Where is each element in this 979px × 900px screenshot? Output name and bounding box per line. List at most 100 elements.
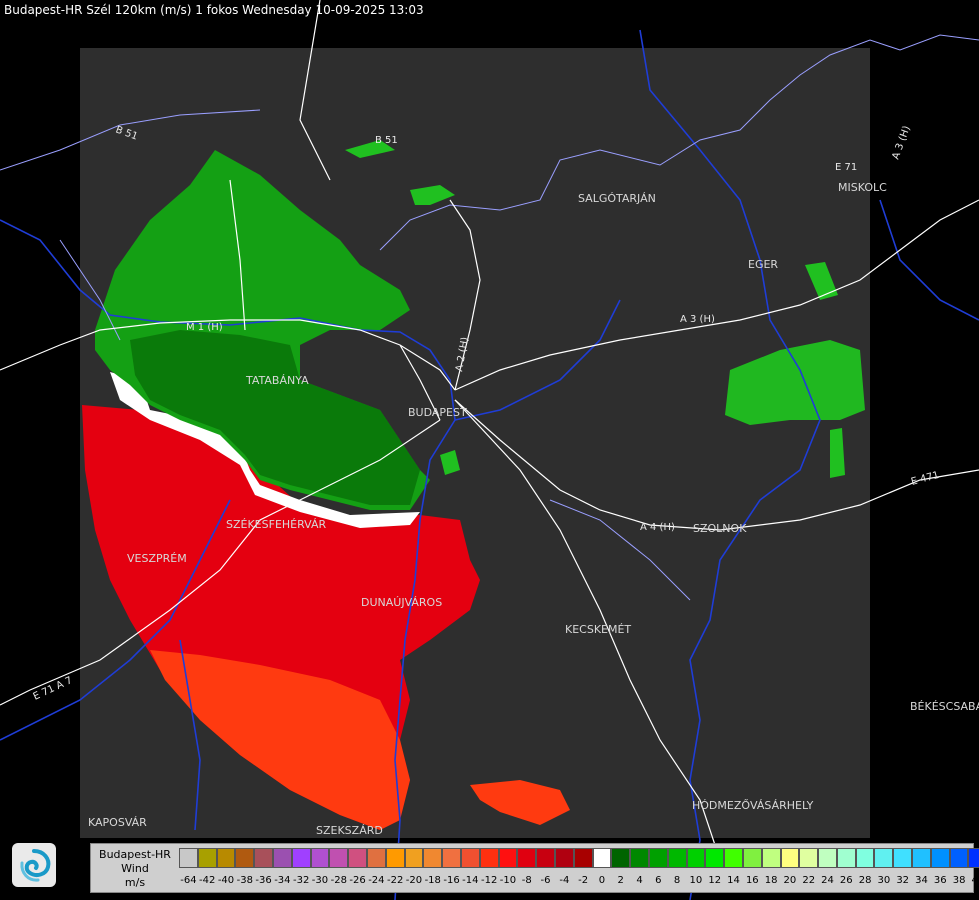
legend-swatch — [197, 848, 217, 868]
city-label-szekesfehervar: SZÉKESFEHÉRVÁR — [226, 518, 327, 531]
legend-swatch — [648, 848, 668, 868]
legend-tick-label: -24 — [368, 875, 385, 886]
legend-tick-label: -12 — [480, 875, 498, 886]
legend-title-quantity: Wind — [121, 862, 149, 875]
legend-tick-label: -8 — [521, 875, 532, 886]
legend-swatch — [667, 848, 687, 868]
legend-swatches — [179, 848, 979, 868]
legend-tick-label: 2 — [617, 875, 624, 886]
legend-tick-label: -42 — [199, 875, 216, 886]
legend-swatch — [912, 848, 931, 868]
legend-swatch — [554, 848, 574, 868]
legend-tick-label: -10 — [499, 875, 517, 886]
legend-tick-label: 28 — [858, 875, 872, 886]
legend-swatch — [385, 848, 405, 868]
legend-tick-label: 32 — [896, 875, 910, 886]
legend-tick-label: 8 — [673, 875, 681, 886]
city-label-kaposvar: KAPOSVÁR — [88, 816, 147, 829]
legend-swatch — [836, 848, 856, 868]
legend-tick-label: -28 — [330, 875, 347, 886]
legend-ticks: -64 -42 -40 -38 -36 -34 -32 -30 -28 -26 -24 -22 -20-… — [179, 874, 979, 888]
legend-tick-label: -20 — [405, 875, 423, 886]
legend-tick-label: -32 — [293, 875, 310, 886]
swirl-logo-icon — [20, 849, 51, 882]
legend-swatch — [517, 848, 537, 868]
legend-tick-label: 10 — [689, 875, 703, 886]
legend-tick-label: -6 — [540, 875, 551, 886]
legend-tick-label: 34 — [915, 875, 928, 886]
legend-swatch — [686, 848, 706, 868]
legend-tick-label: 20 — [783, 875, 797, 886]
city-label-hodmezovasarhely: HÓDMEZŐVÁSÁRHELY — [692, 798, 814, 812]
legend-swatch — [818, 848, 837, 868]
legend-tick-label: 24 — [821, 875, 834, 886]
legend-swatch — [949, 848, 969, 868]
legend-title-unit: m/s — [124, 876, 146, 889]
legend-swatch — [592, 848, 612, 868]
legend-swatch — [216, 848, 236, 868]
legend-swatch — [423, 848, 443, 868]
city-label-szolnok: SZOLNOK — [693, 522, 747, 535]
legend-swatch — [855, 848, 875, 868]
met-service-logo — [12, 843, 56, 887]
legend-swatch — [780, 848, 800, 868]
legend-swatch — [724, 848, 743, 868]
legend-tick-label: 30 — [877, 875, 891, 886]
legend-swatch — [348, 848, 367, 868]
legend-swatch — [310, 848, 330, 868]
legend-tick-label: -36 — [255, 875, 272, 886]
legend-title: Budapest-HR Wind m/s — [91, 848, 179, 890]
legend-tick-label: -34 — [274, 875, 291, 886]
city-label-salgotarjan: SALGÓTARJÁN — [578, 192, 656, 205]
legend-swatch — [761, 848, 781, 868]
legend-tick-label: 14 — [727, 875, 740, 886]
city-label-budapest: BUDAPEST — [408, 406, 467, 419]
legend-swatch — [404, 848, 424, 868]
legend-swatch — [742, 848, 762, 868]
radar-map: SALGÓTARJÁN EGER MISKOLC TATABÁNYA BUDAP… — [0, 0, 979, 900]
legend-tick-label: 26 — [839, 875, 853, 886]
city-label-szekszard: SZEKSZÁRD — [316, 824, 383, 837]
legend-tick-label: 18 — [764, 875, 778, 886]
city-label-miskolc: MISKOLC — [838, 181, 887, 194]
legend-swatch — [498, 848, 518, 868]
legend-tick-label: -2 — [578, 875, 589, 886]
legend-tick-label: -22 — [386, 875, 404, 886]
legend-swatch — [799, 848, 819, 868]
legend-swatch — [272, 848, 292, 868]
legend-tick-label: 4 — [636, 875, 643, 886]
legend-tick-label: 16 — [745, 875, 759, 886]
legend-tick-label: 40 — [971, 875, 979, 886]
wind-legend: Budapest-HR Wind m/s -64 -42 -40 -38 -36 -34-… — [90, 843, 979, 893]
legend-swatch — [874, 848, 894, 868]
radar-title: Budapest-HR Szél 120km (m/s) 1 fokos Wed… — [4, 3, 424, 17]
road-label-e71: E 71 — [835, 162, 857, 173]
city-label-eger: EGER — [748, 258, 778, 271]
legend-swatch — [442, 848, 461, 868]
legend-swatch — [536, 848, 555, 868]
legend-tick-label: 12 — [708, 875, 722, 886]
legend-swatch — [179, 848, 198, 868]
city-label-veszprem: VESZPRÉM — [127, 552, 187, 565]
legend-swatch — [254, 848, 273, 868]
legend-swatch — [930, 848, 950, 868]
legend-tick-label: -64 — [180, 875, 197, 886]
legend-swatch — [893, 848, 913, 868]
legend-swatch — [329, 848, 349, 868]
legend-tick-label: 36 — [933, 875, 947, 886]
legend-tick-label: -30 — [311, 875, 329, 886]
legend-swatch — [366, 848, 386, 868]
city-label-tatabanya: TATABÁNYA — [245, 374, 309, 387]
legend-tick-label: 6 — [655, 875, 662, 886]
road-label-m1: M 1 (H) — [186, 322, 223, 333]
legend-tick-label: -26 — [349, 875, 366, 886]
city-label-kecskemet: KECSKEMÉT — [565, 623, 631, 636]
legend-tick-label: -14 — [462, 875, 479, 886]
road-label-b51: B 51 — [375, 135, 398, 146]
legend-tick-label: -18 — [424, 875, 441, 886]
legend-swatch — [479, 848, 499, 868]
legend-swatch — [705, 848, 725, 868]
legend-swatch — [630, 848, 649, 868]
legend-swatch — [573, 848, 593, 868]
legend-tick-label: 38 — [952, 875, 966, 886]
